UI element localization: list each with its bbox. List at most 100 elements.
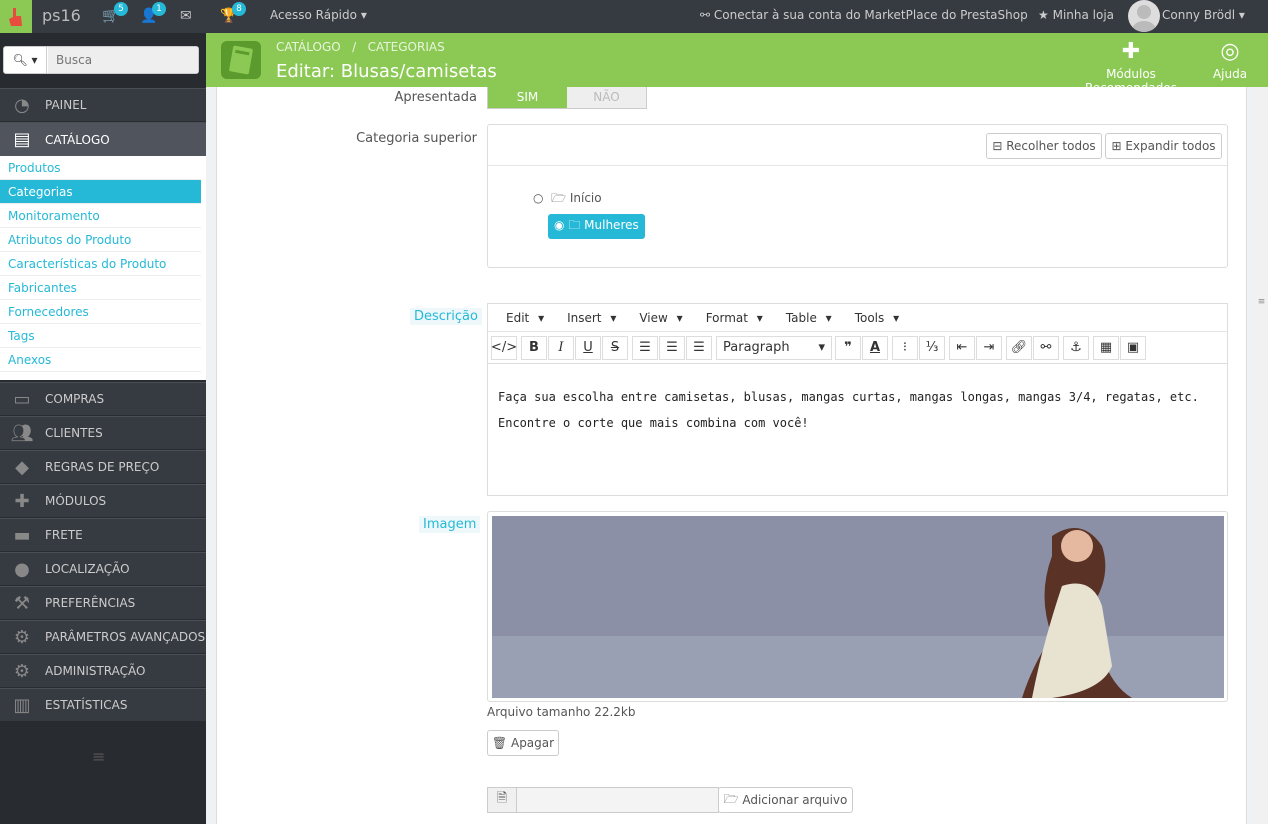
- video-icon[interactable]: ▦: [1093, 335, 1119, 360]
- my-store-link[interactable]: ★ Minha loja: [1038, 8, 1114, 22]
- quick-access-dropdown[interactable]: Acesso Rápido ▾: [270, 8, 367, 22]
- cart-icon[interactable]: 🛒 5: [102, 2, 128, 24]
- blockquote-icon[interactable]: ❞: [835, 335, 861, 360]
- sidebar-item-compras[interactable]: ▭ COMPRAS: [0, 382, 206, 415]
- menu-insert[interactable]: Insert ▾: [558, 311, 616, 325]
- user-menu[interactable]: Conny Brödl ▾: [1162, 8, 1245, 22]
- delete-image-button[interactable]: 🗑︎ Apagar: [487, 730, 559, 756]
- image-label: Imagem: [419, 516, 481, 533]
- users-icon: 👥︎: [10, 422, 34, 444]
- lifebuoy-icon: ◎: [1220, 39, 1240, 64]
- bullet-list-icon[interactable]: ⁝: [892, 335, 918, 360]
- menu-edit[interactable]: Edit ▾: [497, 311, 544, 325]
- sidebar-item-catalogo[interactable]: ▤ CATÁLOGO: [0, 122, 206, 156]
- sidebar-item-localizacao[interactable]: ● LOCALIZAÇÃO: [0, 552, 206, 585]
- collapse-menu-icon[interactable]: ≡: [92, 747, 105, 766]
- customer-icon[interactable]: 👤 1: [140, 2, 166, 24]
- underline-icon[interactable]: U: [575, 335, 601, 360]
- menu-format[interactable]: Format ▾: [697, 311, 763, 325]
- file-icon: 🗎: [487, 787, 517, 813]
- submenu-caracteristicas[interactable]: Características do Produto: [0, 252, 201, 276]
- radio-unchecked-icon[interactable]: ○: [533, 191, 543, 205]
- submenu-produtos[interactable]: Produtos: [0, 156, 201, 180]
- link-icon[interactable]: 🔗︎: [1006, 335, 1032, 360]
- paragraph-select[interactable]: Paragraph ▾: [716, 335, 832, 360]
- strikethrough-icon[interactable]: S: [602, 335, 628, 360]
- collapse-all-button[interactable]: ⊟ Recolher todos: [986, 133, 1102, 159]
- menu-table[interactable]: Table ▾: [777, 311, 832, 325]
- description-label: Descrição: [410, 308, 482, 325]
- sidebar-item-preferencias[interactable]: ⚒ PREFERÊNCIAS: [0, 586, 206, 619]
- code-icon[interactable]: </>: [491, 335, 517, 360]
- add-file-label: Adicionar arquivo: [742, 793, 848, 807]
- trophy-icon[interactable]: 🏆 8: [220, 2, 246, 24]
- help-button[interactable]: ◎ Ajuda: [1210, 37, 1250, 81]
- align-center-icon[interactable]: ☰: [659, 335, 685, 360]
- breadcrumb-categories[interactable]: CATEGORIAS: [368, 40, 445, 54]
- scrollbar[interactable]: ≡: [1255, 87, 1268, 824]
- submenu-monitoramento[interactable]: Monitoramento: [0, 204, 201, 228]
- editor-content[interactable]: Faça sua escolha entre camisetas, blusas…: [498, 384, 1199, 436]
- quick-access-label: Acesso Rápido: [270, 8, 357, 22]
- gear-icon: ⚙: [13, 660, 31, 682]
- shop-name[interactable]: ps16: [42, 6, 81, 25]
- bold-icon[interactable]: B: [521, 335, 547, 360]
- submenu-tags[interactable]: Tags: [0, 324, 201, 348]
- sidebar-item-regras[interactable]: ◆ REGRAS DE PREÇO: [0, 450, 206, 483]
- tree-root-label: Início: [569, 191, 602, 205]
- search-input[interactable]: [48, 47, 198, 73]
- outdent-icon[interactable]: ⇤: [949, 335, 975, 360]
- sidebar-item-frete[interactable]: ▬ FRETE: [0, 518, 206, 551]
- sidebar-item-label: MÓDULOS: [45, 494, 107, 508]
- menu-view[interactable]: View ▾: [630, 311, 682, 325]
- submenu-atributos[interactable]: Atributos do Produto: [0, 228, 201, 252]
- envelope-icon[interactable]: ✉: [180, 8, 192, 24]
- italic-icon[interactable]: I: [548, 335, 574, 360]
- align-left-icon[interactable]: ☰: [632, 335, 658, 360]
- sidebar-item-modulos[interactable]: ✚ MÓDULOS: [0, 484, 206, 517]
- anchor-icon[interactable]: ⚓︎: [1063, 335, 1089, 360]
- sidebar-item-administracao[interactable]: ⚙ ADMINISTRAÇÃO: [0, 654, 206, 687]
- displayed-label: Apresentada: [394, 90, 478, 105]
- caret-down-icon: ▾: [31, 53, 38, 67]
- sidebar-item-label: LOCALIZAÇÃO: [45, 562, 130, 576]
- search-type-button[interactable]: 🔍︎ ▾: [4, 47, 47, 73]
- sidebar-item-label: FRETE: [45, 528, 83, 542]
- avatar[interactable]: [1128, 0, 1160, 32]
- menu-tools[interactable]: Tools ▾: [846, 311, 899, 325]
- breadcrumb-catalog[interactable]: CATÁLOGO: [276, 40, 341, 54]
- caret-down-icon: ▾: [818, 340, 825, 355]
- text-color-icon[interactable]: A: [862, 335, 888, 360]
- prestashop-logo[interactable]: [0, 0, 32, 33]
- sidebar-item-parametros[interactable]: ⚙ PARÂMETROS AVANÇADOS: [0, 620, 206, 653]
- puzzle-icon: ✚: [14, 490, 30, 512]
- sidebar-item-clientes[interactable]: 👥︎ CLIENTES: [0, 416, 206, 449]
- submenu-categorias[interactable]: Categorias: [0, 180, 201, 204]
- scrollbar-thumb[interactable]: ≡: [1257, 297, 1266, 367]
- submenu-fornecedores[interactable]: Fornecedores: [0, 300, 201, 324]
- radio-checked-icon[interactable]: ◉: [554, 218, 564, 232]
- numbered-list-icon[interactable]: ⅓: [919, 335, 945, 360]
- marketplace-link[interactable]: ⚯ Conectar à sua conta do MarketPlace do…: [700, 8, 1028, 22]
- image-icon[interactable]: ▣: [1120, 335, 1146, 360]
- add-file-button[interactable]: 🗁 Adicionar arquivo: [718, 787, 853, 813]
- indent-icon[interactable]: ⇥: [976, 335, 1002, 360]
- sidebar-item-estatisticas[interactable]: ▥ ESTATÍSTICAS: [0, 688, 206, 721]
- expand-all-button[interactable]: ⊞ Expandir todos: [1105, 133, 1222, 159]
- help-label: Ajuda: [1212, 67, 1248, 81]
- unlink-icon[interactable]: ⚯: [1033, 335, 1059, 360]
- sidebar: 🔍︎ ▾ ◔ PAINEL ▤ CATÁLOGO ▭ COMPRAS 👥︎ CLIENT…: [0, 33, 206, 824]
- align-right-icon[interactable]: ☰: [686, 335, 712, 360]
- tree-node-mulheres[interactable]: ◉ 🗀 Mulheres: [548, 214, 645, 239]
- tree-child-label: Mulheres: [584, 218, 639, 232]
- submenu-fabricantes[interactable]: Fabricantes: [0, 276, 201, 300]
- tree-node-root[interactable]: ○ 🗁 Início: [533, 189, 602, 210]
- file-name-field[interactable]: [516, 787, 719, 813]
- globe-icon: ●: [14, 558, 30, 580]
- sidebar-item-painel[interactable]: ◔ PAINEL: [0, 88, 206, 121]
- star-icon: ★: [1038, 8, 1049, 22]
- submenu-anexos[interactable]: Anexos: [0, 348, 201, 372]
- toggle-no[interactable]: NÃO: [567, 87, 646, 108]
- minus-square-icon: ⊟: [992, 139, 1003, 153]
- toggle-yes[interactable]: SIM: [488, 87, 567, 108]
